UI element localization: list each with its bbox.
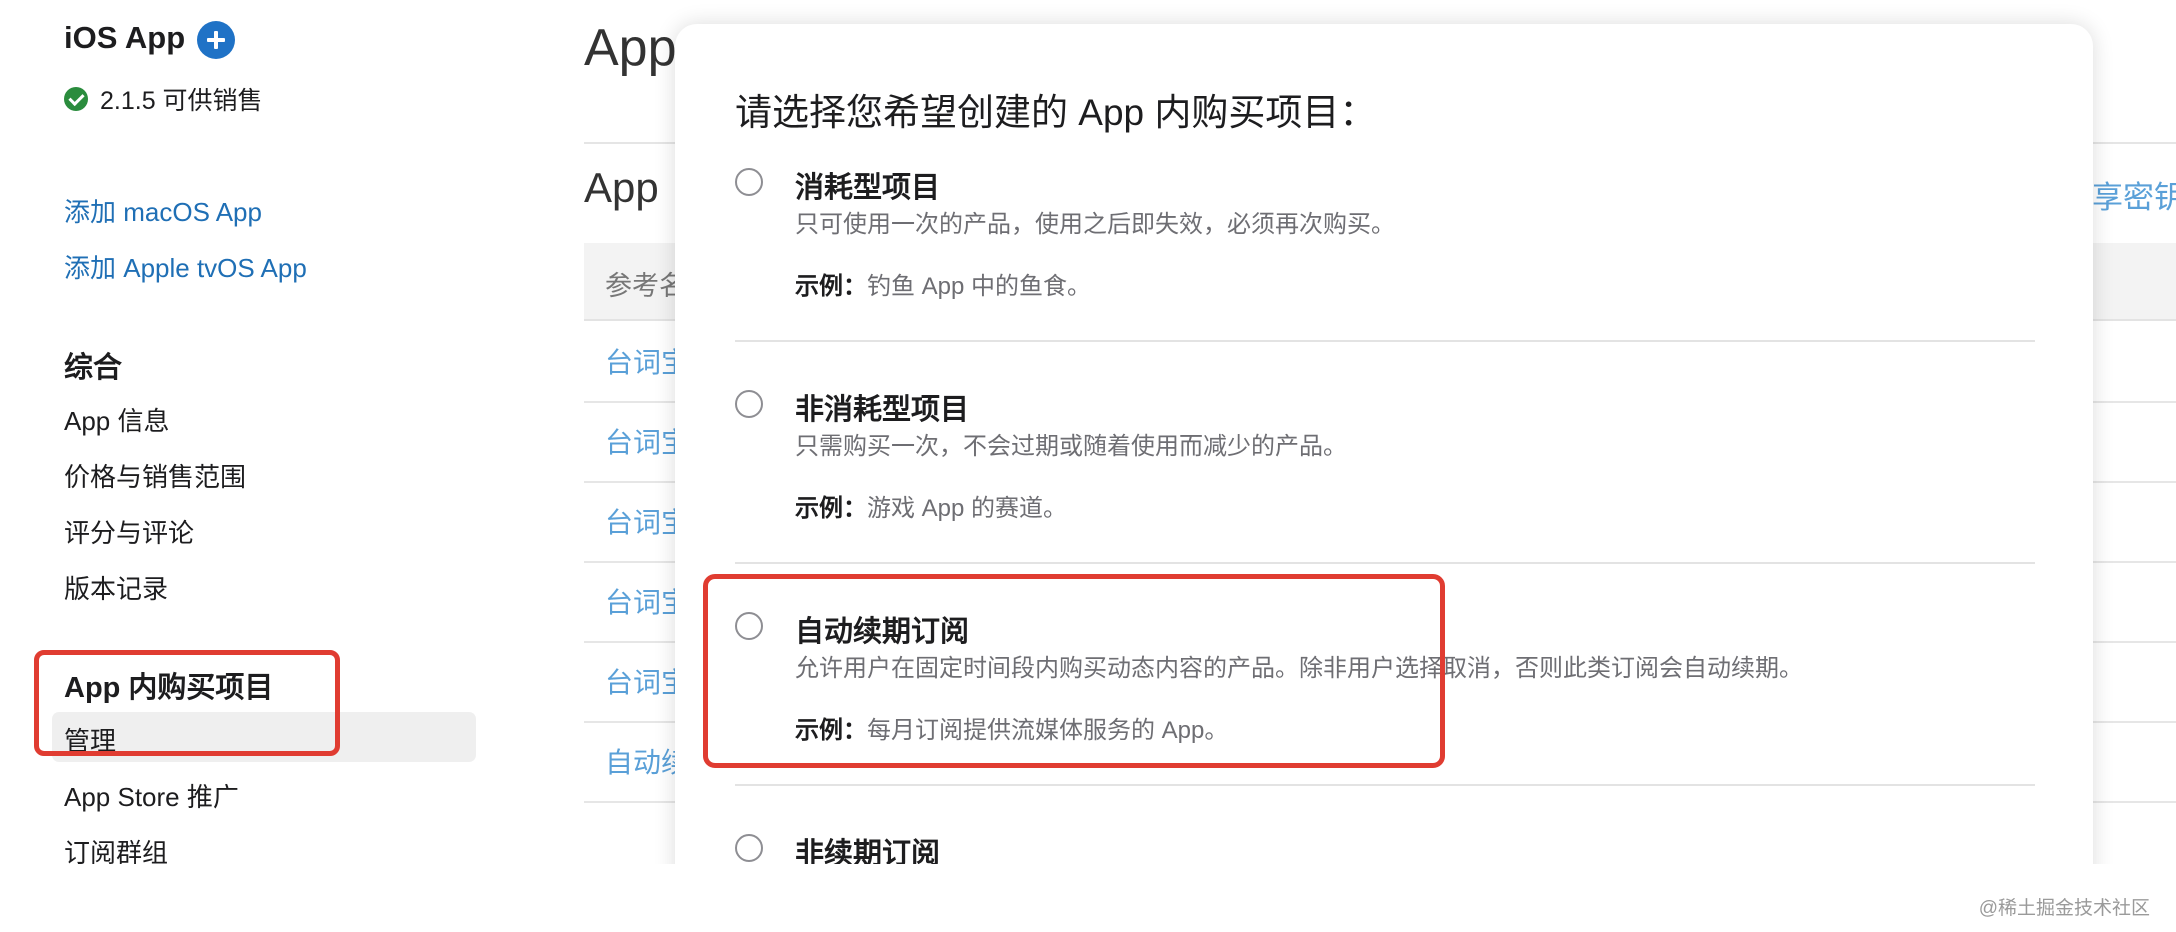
example-text: 钓鱼 App 中的鱼食。 xyxy=(867,273,1092,300)
annotation-highlight-box xyxy=(703,574,1445,768)
add-tvos-app-link[interactable]: 添加 Apple tvOS App xyxy=(64,248,307,285)
divider xyxy=(735,562,2035,564)
option-title: 非消耗型项目 xyxy=(795,394,970,426)
option-description: 只需购买一次，不会过期或随着使用而减少的产品。 xyxy=(795,433,1347,460)
add-platform-plus-icon[interactable] xyxy=(197,21,235,59)
sidebar: iOS App 2.1.5 可供销售 添加 macOS App 添加 Apple… xyxy=(0,0,500,864)
option-example: 示例：钓鱼 App 中的鱼食。 xyxy=(795,266,1091,301)
example-label: 示例： xyxy=(795,273,867,300)
option-description: 只可使用一次的产品，使用之后即失效，必须再次购买。 xyxy=(795,211,1395,238)
section-title: App xyxy=(584,164,659,211)
sidebar-item-version-history[interactable]: 版本记录 xyxy=(64,569,168,606)
app-title: iOS App xyxy=(64,20,186,55)
dialog-title: 请选择您希望创建的 App 内购买项目： xyxy=(735,92,1377,133)
radio-button[interactable] xyxy=(735,834,763,862)
watermark-text: @稀土掘金技术社区 xyxy=(1978,898,2150,919)
sidebar-item-subscription-groups[interactable]: 订阅群组 xyxy=(64,833,168,864)
divider xyxy=(735,340,2035,342)
sidebar-item-pricing[interactable]: 价格与销售范围 xyxy=(64,457,246,494)
sidebar-item-app-info[interactable]: App 信息 xyxy=(64,401,170,438)
status-text: 2.1.5 可供销售 xyxy=(100,87,263,115)
checkmark-circle-icon xyxy=(64,87,88,111)
shared-secret-link[interactable]: 享密钥 xyxy=(2092,172,2176,217)
general-heading: 综合 xyxy=(64,352,123,384)
option-non-renewing-subscription[interactable]: 非续期订阅 xyxy=(735,830,2035,864)
annotation-highlight-box xyxy=(34,650,340,756)
option-example: 示例：游戏 App 的赛道。 xyxy=(795,488,1067,523)
iap-type-dialog: 请选择您希望创建的 App 内购买项目： 消耗型项目 只可使用一次的产品，使用之… xyxy=(675,24,2093,864)
option-title: 非续期订阅 xyxy=(795,838,941,864)
divider xyxy=(735,784,2035,786)
option-non-consumable[interactable]: 非消耗型项目 只需购买一次，不会过期或随着使用而减少的产品。 示例：游戏 App… xyxy=(735,386,2035,536)
example-text: 游戏 App 的赛道。 xyxy=(867,495,1068,522)
radio-button[interactable] xyxy=(735,168,763,196)
sidebar-item-app-store-promotion[interactable]: App Store 推广 xyxy=(64,777,239,814)
option-consumable[interactable]: 消耗型项目 只可使用一次的产品，使用之后即失效，必须再次购买。 示例：钓鱼 Ap… xyxy=(735,164,2035,314)
add-macos-app-link[interactable]: 添加 macOS App xyxy=(64,192,262,229)
page-title: App xyxy=(584,19,677,77)
app-window: iOS App 2.1.5 可供销售 添加 macOS App 添加 Apple… xyxy=(0,0,2176,864)
option-title: 消耗型项目 xyxy=(795,172,941,204)
column-header-reference-name: 参考名 xyxy=(605,271,686,301)
example-label: 示例： xyxy=(795,495,867,522)
sidebar-item-ratings[interactable]: 评分与评论 xyxy=(64,513,194,550)
radio-button[interactable] xyxy=(735,390,763,418)
